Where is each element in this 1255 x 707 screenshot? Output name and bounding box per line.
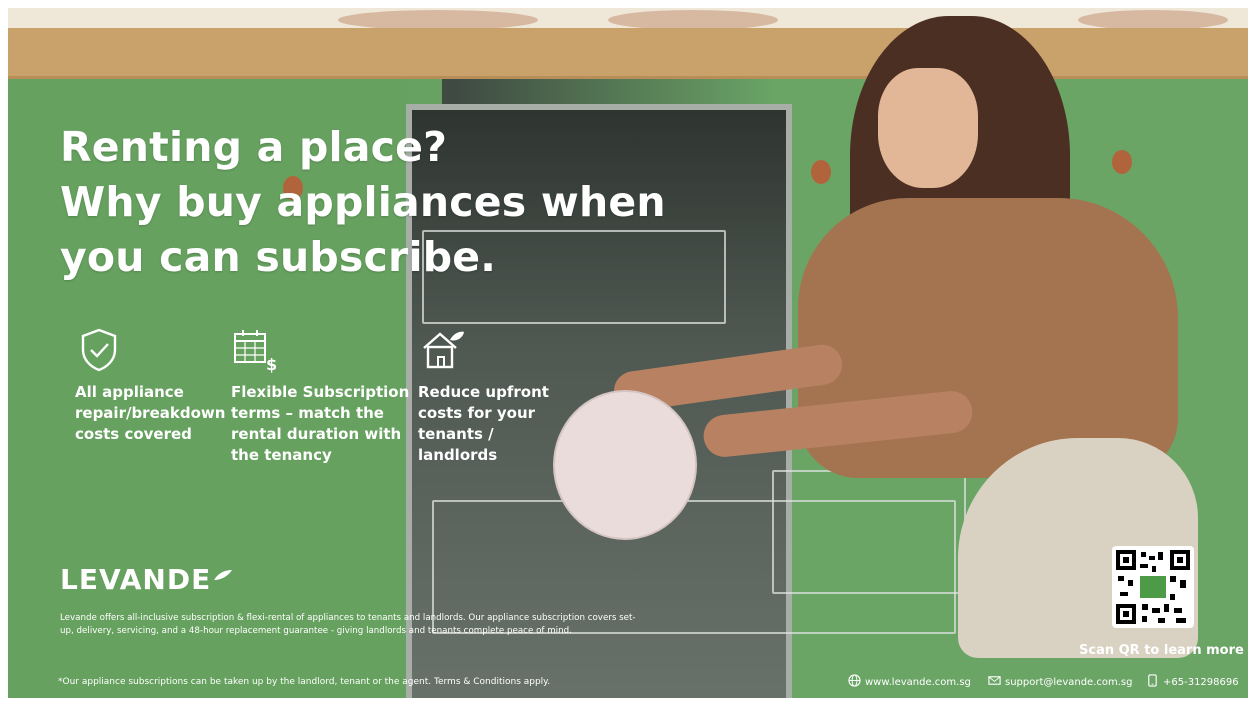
feature-text-line: the tenancy (231, 446, 332, 464)
shield-check-icon (81, 328, 117, 372)
headline-line-2: Why buy appliances when (60, 178, 666, 226)
email-text: support@levande.com.sg (1005, 677, 1133, 688)
feature-repair-coverage: All appliance repair/breakdown costs cov… (75, 326, 225, 445)
wooden-countertop (8, 28, 1248, 79)
terms-footnote: *Our appliance subscriptions can be take… (58, 677, 551, 687)
qr-code[interactable] (1112, 546, 1194, 628)
headline-line-3: you can subscribe. (60, 233, 497, 281)
feature-text-line: All appliance (75, 383, 184, 401)
headline-line-1: Renting a place? (60, 123, 448, 171)
website-text: www.levande.com.sg (865, 677, 971, 688)
contact-phone[interactable]: +65-31298696 (1146, 674, 1239, 688)
feature-text-line: tenants / (418, 425, 494, 443)
fine-print: Levande offers all-inclusive subscriptio… (60, 613, 636, 636)
headline: Renting a place? Why buy appliances when… (60, 120, 760, 285)
feature-text-line: costs covered (75, 425, 192, 443)
cabinet-knob (1112, 150, 1132, 174)
phone-text: +65-31298696 (1163, 677, 1239, 688)
cabinet-knob (811, 160, 831, 184)
contact-email[interactable]: support@levande.com.sg (988, 674, 1132, 688)
calendar-dollar-icon: $ (234, 330, 277, 374)
feature-text-line: terms – match the (231, 404, 384, 422)
qr-code-icon (1116, 550, 1190, 624)
leaf-icon (214, 570, 233, 580)
advertisement-banner: Renting a place? Why buy appliances when… (8, 8, 1248, 698)
contact-website[interactable]: www.levande.com.sg (848, 674, 971, 688)
white-plate (553, 390, 697, 540)
svg-text:$: $ (266, 355, 277, 374)
brand-name: LEVANDE (60, 563, 212, 596)
feature-text-line: Reduce upfront (418, 383, 549, 401)
background-plate (1078, 10, 1228, 30)
phone-icon (1148, 674, 1157, 687)
feature-text-line: costs for your (418, 404, 536, 422)
background-plate (608, 10, 778, 30)
qr-caption: Scan QR to learn more (1079, 643, 1244, 658)
cutlery-basket (772, 470, 966, 594)
feature-text-line: Flexible Subscription (231, 383, 410, 401)
feature-text-line: rental duration with (231, 425, 402, 443)
background-plate (338, 10, 538, 30)
globe-icon (848, 674, 861, 687)
feature-text-line: landlords (418, 446, 498, 464)
home-leaf-icon (423, 331, 464, 369)
mail-icon (988, 676, 1001, 685)
feature-flexible-terms: $ Flexible Subscription terms – match th… (231, 326, 409, 466)
feature-text-line: repair/breakdown (75, 404, 226, 422)
brand-logo: LEVANDE (60, 563, 233, 596)
feature-reduce-costs: Reduce upfront costs for your tenants / … (418, 326, 549, 466)
woman-face (878, 68, 978, 188)
